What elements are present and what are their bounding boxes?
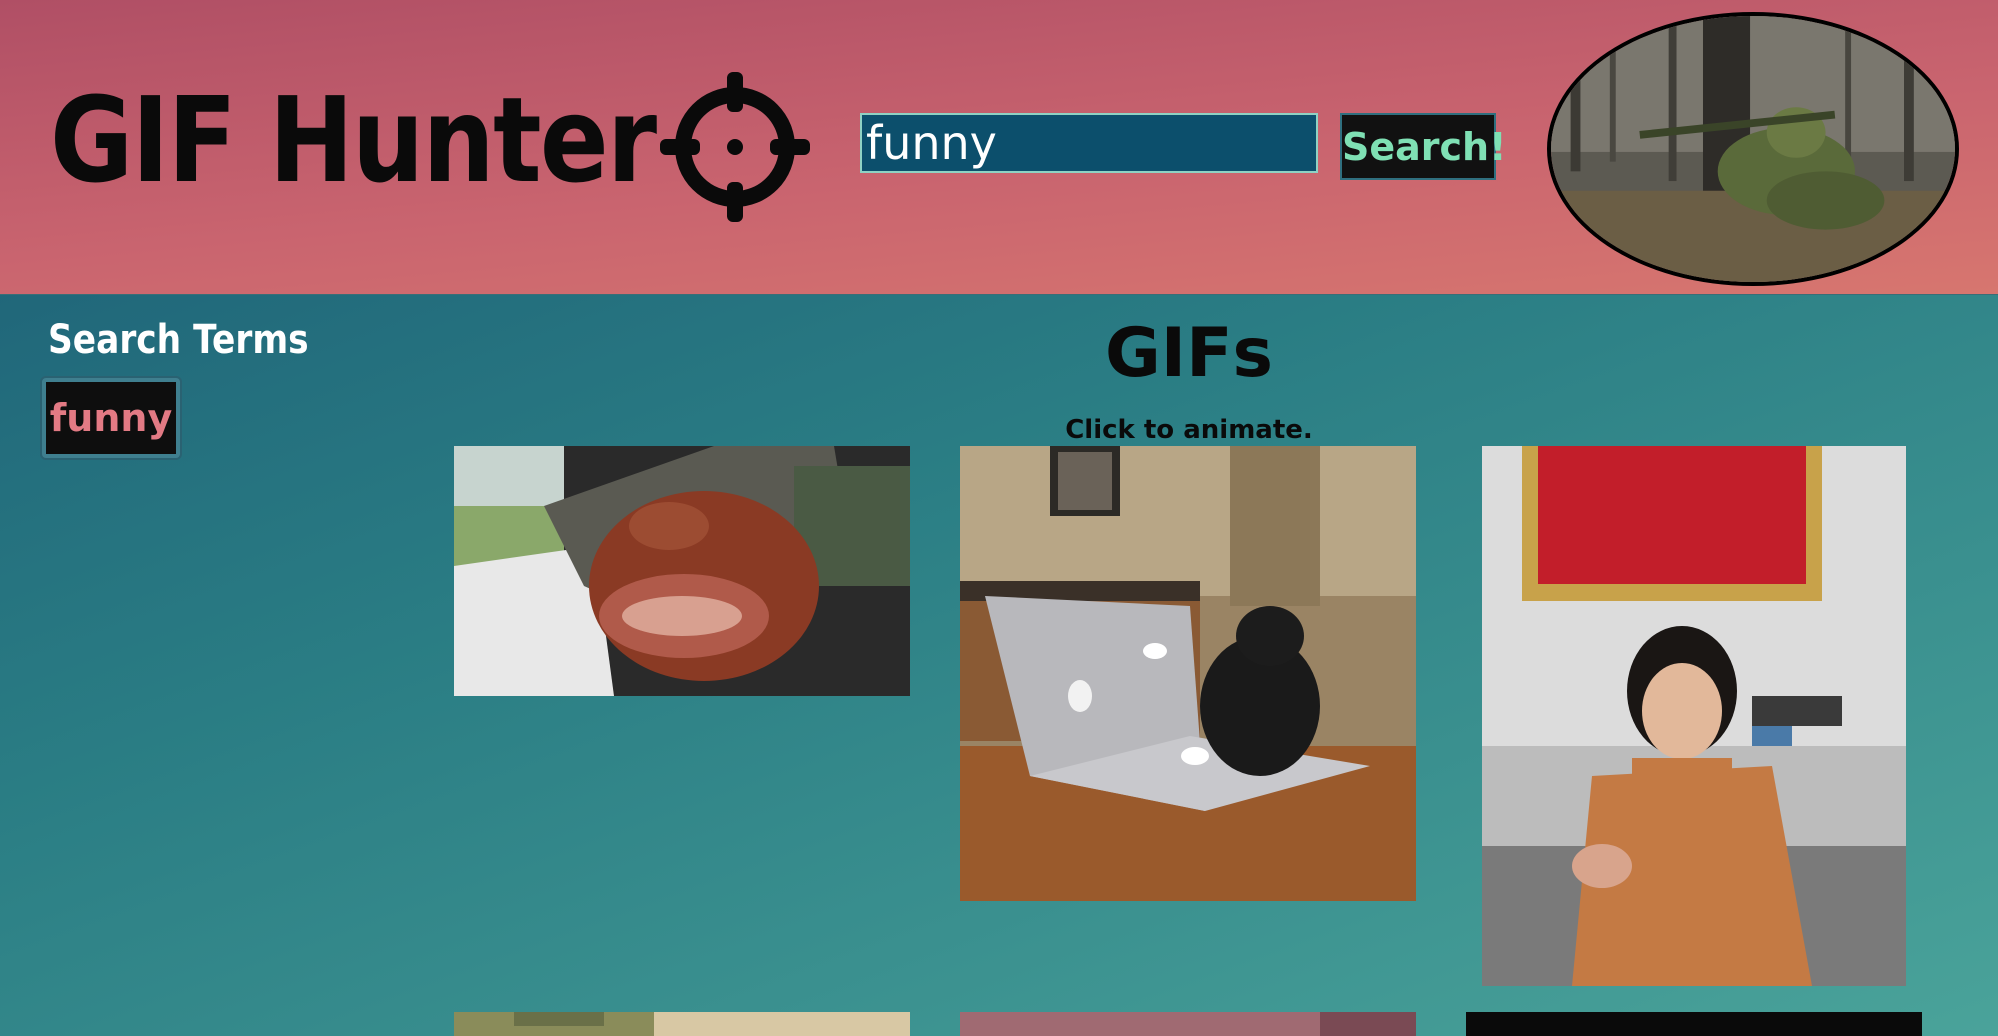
crosshair-icon — [660, 72, 810, 222]
gifs-subtitle: Click to animate. — [1065, 415, 1313, 445]
gifs-heading: GIFs — [1104, 314, 1274, 393]
hunter-photo — [1547, 12, 1959, 286]
gif-thumbnail[interactable] — [454, 446, 910, 696]
app-header: GIF Hunter Search! — [0, 0, 1998, 295]
app-title: GIF Hunter — [50, 71, 657, 209]
search-term-button[interactable]: funny — [42, 378, 180, 458]
search-terms-panel: Search Terms funny — [42, 312, 368, 458]
gif-thumbnail[interactable] — [454, 1012, 910, 1036]
search-terms-title: Search Terms — [48, 317, 309, 363]
gif-thumbnail[interactable] — [960, 1012, 1416, 1036]
search-input[interactable] — [860, 113, 1318, 173]
search-button[interactable]: Search! — [1340, 113, 1506, 180]
gif-thumbnail[interactable] — [1482, 446, 1906, 986]
gif-thumbnail[interactable] — [960, 446, 1416, 901]
gif-thumbnail[interactable] — [1466, 1012, 1922, 1036]
